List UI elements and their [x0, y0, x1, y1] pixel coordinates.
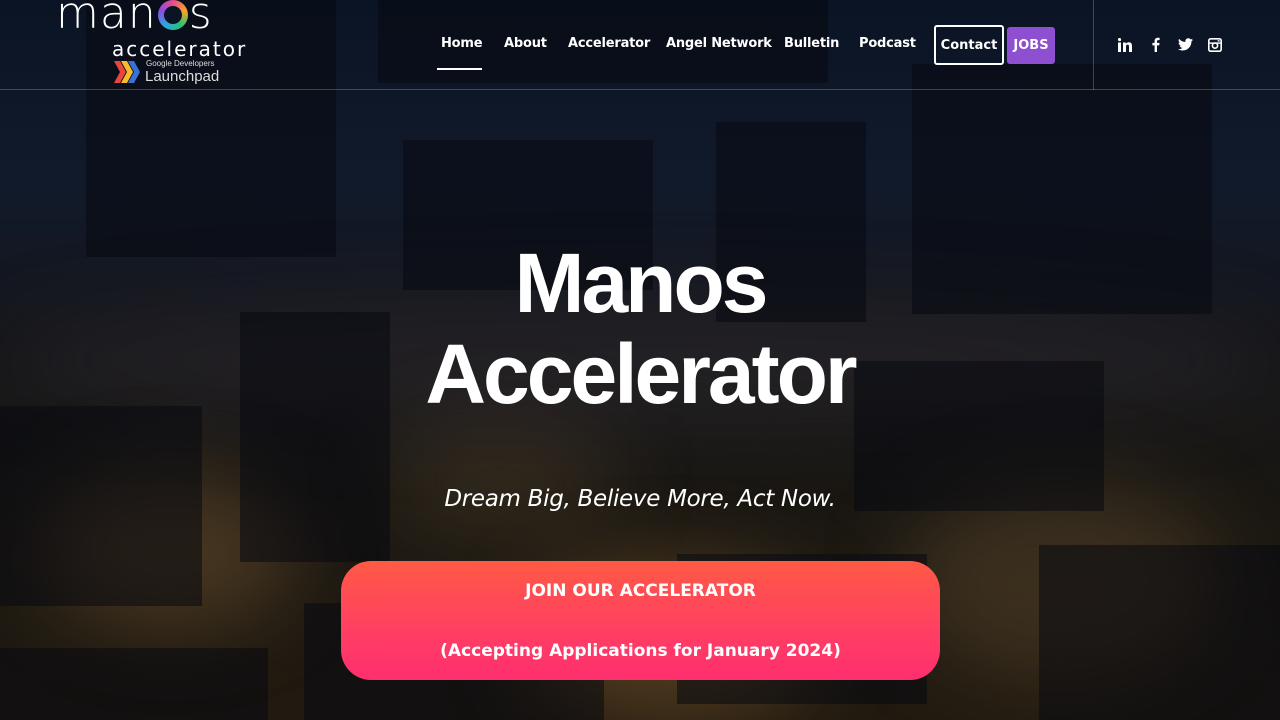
site-header: man s accelerator Google Developers Launc…: [0, 0, 1280, 90]
twitter-icon[interactable]: [1177, 36, 1193, 53]
nav-item-podcast[interactable]: Podcast: [859, 36, 916, 56]
header-divider: [1093, 0, 1094, 90]
decorative-square: [912, 64, 1212, 314]
jobs-button[interactable]: JOBS: [1007, 27, 1055, 64]
city-glow: [380, 420, 620, 540]
nav-item-angel-network[interactable]: Angel Network: [666, 36, 772, 56]
linkedin-icon[interactable]: [1117, 36, 1133, 53]
instagram-icon[interactable]: [1207, 36, 1223, 53]
launchpad-chevron-icon: [114, 61, 140, 83]
hero-title-line2: Accelerator: [425, 327, 857, 421]
launchpad-small-label: Google Developers: [146, 59, 215, 68]
logo-subtitle: accelerator: [112, 37, 248, 61]
nav-item-accelerator[interactable]: Accelerator: [568, 36, 650, 56]
launchpad-label: Launchpad: [145, 68, 220, 85]
nav-item-about[interactable]: About: [504, 36, 547, 56]
contact-button[interactable]: Contact: [934, 25, 1004, 65]
nav-item-bulletin[interactable]: Bulletin: [784, 36, 839, 56]
manos-logo[interactable]: man s accelerator Google Developers Launc…: [56, 0, 256, 90]
nav-item-home[interactable]: Home: [441, 36, 483, 56]
decorative-square: [0, 648, 268, 720]
cta-sublabel: (Accepting Applications for January 2024…: [440, 641, 841, 661]
hero-title: Manos Accelerator: [340, 238, 940, 420]
decorative-square: [0, 406, 202, 606]
facebook-icon[interactable]: [1147, 36, 1163, 53]
decorative-square: [1039, 545, 1280, 720]
logo-wordmark: man s: [56, 0, 213, 39]
active-nav-indicator: [437, 68, 482, 70]
hero-title-line1: Manos: [514, 236, 768, 330]
join-accelerator-button[interactable]: JOIN OUR ACCELERATOR (Accepting Applicat…: [341, 561, 940, 680]
hero-tagline: Dream Big, Believe More, Act Now.: [444, 486, 836, 512]
cta-label: JOIN OUR ACCELERATOR: [525, 581, 756, 601]
logo-ring-icon: [158, 0, 188, 30]
